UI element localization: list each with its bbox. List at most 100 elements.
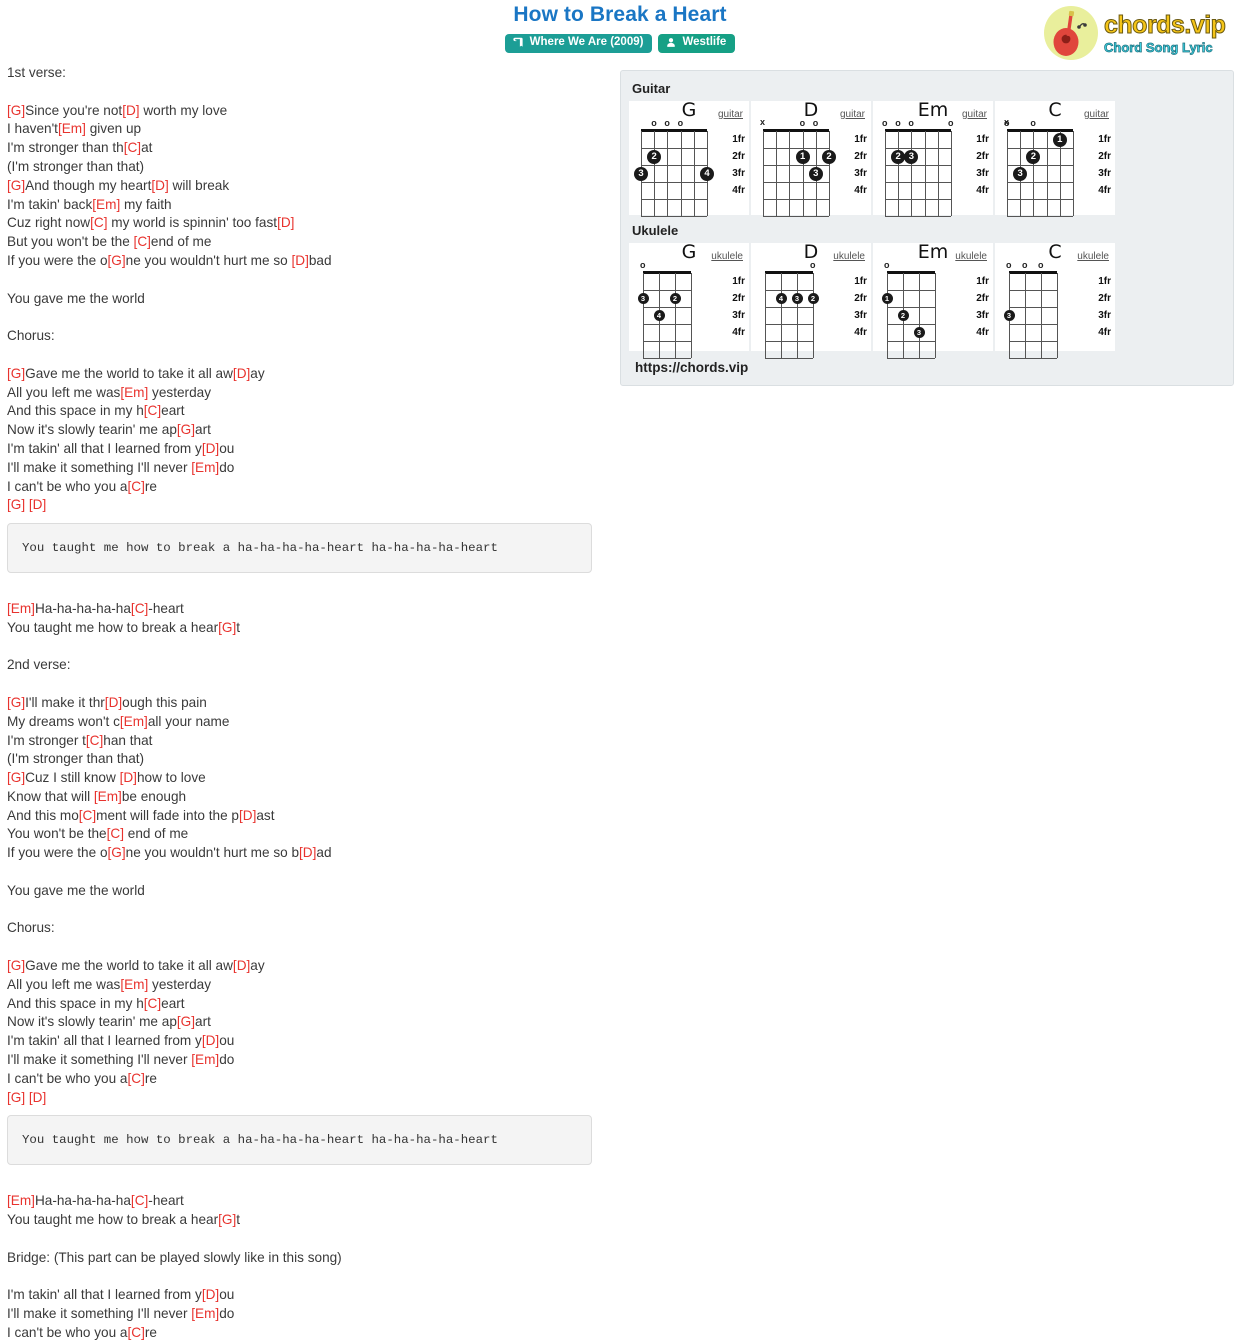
- chord-tag[interactable]: [Em]: [92, 197, 120, 212]
- chord-tag[interactable]: [G]: [108, 253, 126, 268]
- fret-line: [641, 199, 707, 200]
- chord-tag[interactable]: [C]: [79, 808, 96, 823]
- lyric-blank-line: [7, 675, 607, 694]
- fret-line: [1009, 358, 1057, 359]
- chord-tag[interactable]: [D]: [299, 845, 316, 860]
- open-string-marker: o: [908, 118, 914, 128]
- chord-tag[interactable]: [C]: [124, 140, 141, 155]
- site-logo[interactable]: chords.vip Chord Song Lyric: [1044, 4, 1234, 62]
- chord-tag[interactable]: [D]: [202, 441, 219, 456]
- chord-tag[interactable]: [G] [D]: [7, 1090, 46, 1105]
- chord-tag[interactable]: [G]: [218, 620, 236, 635]
- chord-tag[interactable]: [C]: [144, 996, 161, 1011]
- chord-diagram-d-ukulele[interactable]: Dukulele 2 3 4 o 1fr 2fr 3fr 4fr: [751, 241, 871, 359]
- fret-number: 4fr: [732, 327, 745, 338]
- chord-tag[interactable]: [G]: [177, 1014, 195, 1029]
- lyric-line: Know that will [Em]be enough: [7, 788, 607, 807]
- lyric-text: I can't be who you a: [7, 1070, 128, 1086]
- chord-diagram-d-guitar[interactable]: Dguitar 1 2 3 o o x 1fr 2fr 3fr 4fr: [751, 99, 871, 217]
- string-line: [643, 273, 644, 358]
- chord-tag[interactable]: [G]: [7, 366, 25, 381]
- nut: [1009, 271, 1057, 274]
- album-badge[interactable]: Where We Are (2009): [504, 34, 653, 53]
- lyric-text: ment will fade into the p: [96, 807, 239, 823]
- chord-diagram-g-ukulele[interactable]: Gukulele 2 3 4 o 1fr 2fr 3fr 4fr: [629, 241, 749, 359]
- chord-diagram-g-guitar[interactable]: Gguitar 2 3 4 o o o 1fr 2fr 3fr 4fr: [629, 99, 749, 217]
- string-line: [802, 131, 804, 216]
- chord-tag[interactable]: [D]: [151, 178, 168, 193]
- lyric-text: ad: [316, 845, 332, 861]
- chord-tag[interactable]: [Em]: [58, 121, 86, 136]
- chord-tag[interactable]: [G] [D]: [7, 497, 46, 512]
- chord-tag[interactable]: [C]: [134, 234, 151, 249]
- fret-line: [643, 341, 691, 342]
- chord-tag[interactable]: [G]: [177, 422, 195, 437]
- lyric-line: But you won't be the [C]end of me: [7, 233, 607, 252]
- chord-tag[interactable]: [Em]: [191, 1306, 219, 1321]
- fret-line: [641, 216, 707, 217]
- fret-line: [1007, 216, 1073, 217]
- chord-diagram-c-ukulele[interactable]: Cukulele 3 o o o 1fr 2fr 3fr 4fr: [995, 241, 1115, 359]
- lyric-line: I'm stronger t[C]han that: [7, 732, 607, 751]
- chord-tag[interactable]: [Em]: [191, 1052, 219, 1067]
- chord-tag[interactable]: [D]: [122, 103, 139, 118]
- chord-tag[interactable]: [C]: [90, 215, 107, 230]
- chord-tag[interactable]: [C]: [86, 733, 103, 748]
- chord-tag[interactable]: [G]: [7, 770, 25, 785]
- chord-tag[interactable]: [Em]: [191, 460, 219, 475]
- chord-tag[interactable]: [D]: [202, 1287, 219, 1302]
- string-line: [693, 131, 695, 216]
- finger-dot: 2: [807, 293, 819, 304]
- chord-tag[interactable]: [Em]: [94, 789, 122, 804]
- chord-tag[interactable]: [D]: [233, 958, 250, 973]
- chord-diagram-c-guitar[interactable]: Cguitar 1 2 3 o o x 1fr 2fr 3fr 4fr: [995, 99, 1115, 217]
- chord-diagram-em-guitar[interactable]: Em guitar 2 3 o o o o 1fr 2fr 3fr 4fr: [873, 99, 993, 217]
- chord-tag[interactable]: [C]: [131, 601, 148, 616]
- chord-tag[interactable]: [D]: [277, 215, 294, 230]
- fret-number: 1fr: [854, 276, 867, 287]
- lyric-line: And this mo[C]ment will fade into the p[…: [7, 807, 607, 826]
- chord-tag[interactable]: [D]: [291, 253, 308, 268]
- chord-tag[interactable]: [D]: [105, 695, 122, 710]
- logo-text: chords.vip Chord Song Lyric: [1103, 12, 1226, 54]
- chord-tag[interactable]: [Em]: [120, 714, 148, 729]
- string-line: [1033, 131, 1035, 216]
- chord-tag[interactable]: [G]: [7, 103, 25, 118]
- chord-tag[interactable]: [D]: [202, 1033, 219, 1048]
- finger-dot: 3: [791, 293, 803, 304]
- chord-tag[interactable]: [Em]: [120, 385, 148, 400]
- chord-tag[interactable]: [C]: [128, 479, 145, 494]
- lyric-text: You won't be the: [7, 826, 107, 842]
- lyric-text: re: [144, 478, 157, 494]
- chord-tag[interactable]: [C]: [128, 1071, 145, 1086]
- fret-number: 1fr: [976, 134, 989, 145]
- fret-number-labels: 1fr 2fr 3fr 4fr: [732, 131, 745, 199]
- chord-tag[interactable]: [C]: [131, 1193, 148, 1208]
- chord-tag[interactable]: [D]: [239, 808, 256, 823]
- lyric-text: yesterday: [148, 384, 211, 400]
- chord-tag[interactable]: [G]: [218, 1212, 236, 1227]
- lyric-blank-line: [7, 308, 607, 327]
- chord-tag[interactable]: [C]: [107, 826, 124, 841]
- lyric-blank-line: [7, 901, 607, 920]
- chord-diagram-em-ukulele[interactable]: Em ukulele 1 2 3 o 1fr 2fr 3fr 4fr: [873, 241, 993, 359]
- fret-number: 4fr: [1098, 185, 1111, 196]
- fret-number-labels: 1fr 2fr 3fr 4fr: [1098, 273, 1111, 341]
- lyric-text: t: [236, 1212, 241, 1228]
- chord-tag[interactable]: [G]: [7, 958, 25, 973]
- chord-tag[interactable]: [C]: [128, 1325, 145, 1340]
- lyric-text: ast: [256, 807, 275, 823]
- chord-tag[interactable]: [G]: [108, 845, 126, 860]
- chord-tag[interactable]: [Em]: [7, 601, 35, 616]
- chord-tag[interactable]: [G]: [7, 178, 25, 193]
- fret-line: [887, 341, 935, 342]
- chord-tag[interactable]: [Em]: [120, 977, 148, 992]
- chord-tag[interactable]: [Em]: [7, 1193, 35, 1208]
- chord-tag[interactable]: [D]: [120, 770, 137, 785]
- chord-tag[interactable]: [G]: [7, 695, 25, 710]
- artist-badge[interactable]: Westlife: [658, 34, 736, 53]
- lyric-text: Now it's slowly tearin' me ap: [7, 1014, 177, 1030]
- lyric-text: I can't be who you a: [7, 1324, 128, 1340]
- chord-tag[interactable]: [D]: [233, 366, 250, 381]
- chord-tag[interactable]: [C]: [144, 403, 161, 418]
